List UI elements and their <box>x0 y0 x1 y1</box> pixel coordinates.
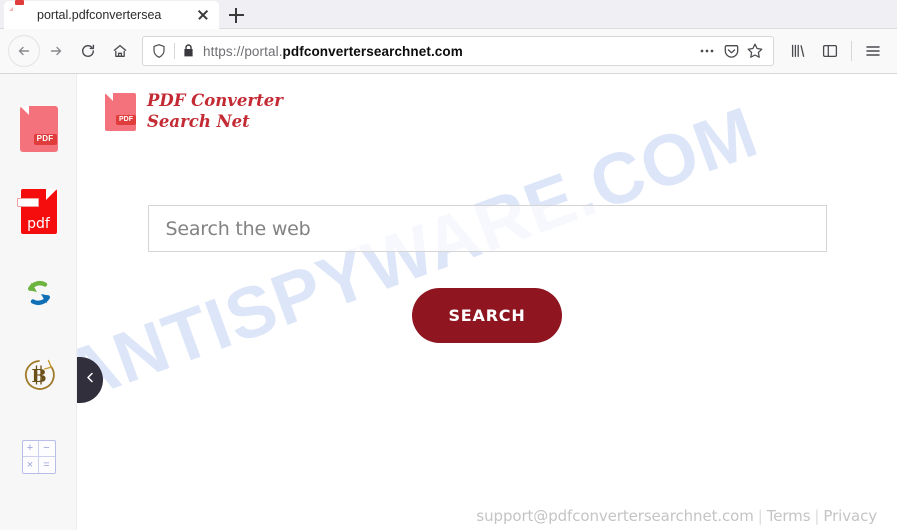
logo-pdf-icon-label: PDF <box>116 114 136 125</box>
site-logo[interactable]: PDF PDF Converter Search Net <box>105 91 283 132</box>
library-button-icon[interactable] <box>782 35 814 67</box>
sidebar-button-icon[interactable] <box>814 35 846 67</box>
logo-pdf-icon: PDF <box>105 92 136 131</box>
new-tab-button[interactable] <box>219 1 253 29</box>
pocket-save-icon[interactable] <box>719 39 743 63</box>
footer-privacy-link[interactable]: Privacy <box>823 507 877 525</box>
svg-text:B: B <box>31 366 46 387</box>
bookmark-star-icon[interactable] <box>743 39 767 63</box>
url-text: https://portal.pdfconvertersearchnet.com <box>203 44 695 59</box>
calculator-icon: + − × = <box>21 440 56 474</box>
convert-arrows-icon <box>18 272 60 314</box>
page-footer: support@pdfconvertersearchnet.com | Terms |… <box>476 507 877 525</box>
url-prefix: https://portal. <box>203 43 283 59</box>
search-button[interactable]: SEARCH <box>412 288 562 343</box>
url-domain: pdfconvertersearchnet.com <box>282 43 463 59</box>
rail-item-calculator[interactable]: + − × = <box>0 416 77 498</box>
footer-separator-2: | <box>814 507 820 525</box>
footer-terms-link[interactable]: Terms <box>767 507 811 525</box>
bitcoin-icon: B <box>17 353 61 397</box>
chevron-left-icon <box>84 371 97 389</box>
home-button-icon[interactable] <box>104 35 136 67</box>
search-area: Search the web SEARCH <box>77 205 897 343</box>
site-title-line2: Search Net <box>147 111 250 131</box>
page-content: PDF PDF Converter Search Net Search the … <box>77 74 897 530</box>
tab-close-icon[interactable] <box>193 5 213 25</box>
toolbar-divider <box>851 41 852 61</box>
forward-button-icon[interactable] <box>40 35 72 67</box>
pdf-file-icon-label: pdf <box>27 215 50 232</box>
rail-item-pdf-document[interactable]: PDF <box>0 88 77 170</box>
url-divider <box>174 43 175 59</box>
page-viewport: MYANTISPYWARE.COM PDF pdf B + − × = PDF … <box>0 74 897 530</box>
tracking-protection-shield-icon[interactable] <box>151 43 167 59</box>
back-button-icon[interactable] <box>8 35 40 67</box>
page-actions-ellipsis-icon[interactable] <box>695 39 719 63</box>
browser-window: portal.pdfconvertersea https://portal.pd… <box>0 0 897 530</box>
calculator-key-equals: = <box>43 458 50 471</box>
pdf-file-icon: pdf <box>16 188 57 234</box>
url-bar[interactable]: https://portal.pdfconvertersearchnet.com <box>142 36 774 66</box>
rail-item-convert[interactable] <box>0 252 77 334</box>
calculator-key-times: × <box>23 457 39 473</box>
pdf-document-icon: PDF <box>19 106 58 152</box>
hamburger-menu-icon[interactable] <box>857 35 889 67</box>
tab-favicon-pdf-icon <box>13 7 29 23</box>
search-input-placeholder: Search the web <box>165 217 311 240</box>
site-title-line1: PDF Converter <box>147 91 283 110</box>
tab-title: portal.pdfconvertersea <box>37 8 162 22</box>
rail-item-pdf-file[interactable]: pdf <box>0 170 77 252</box>
footer-separator-1: | <box>757 507 763 525</box>
rail-item-bitcoin[interactable]: B <box>0 334 77 416</box>
browser-tab[interactable]: portal.pdfconvertersea <box>4 1 219 29</box>
pdf-document-icon-label: PDF <box>33 134 57 145</box>
calculator-key-minus: − <box>38 441 55 457</box>
left-icon-rail: PDF pdf B + − × = <box>0 74 77 530</box>
padlock-icon <box>182 43 195 59</box>
search-input[interactable]: Search the web <box>147 205 827 252</box>
tab-strip: portal.pdfconvertersea <box>0 0 897 29</box>
calculator-key-plus: + <box>22 441 39 457</box>
reload-button-icon[interactable] <box>72 35 104 67</box>
navigation-toolbar: https://portal.pdfconvertersearchnet.com <box>0 29 897 74</box>
footer-support-email[interactable]: support@pdfconvertersearchnet.com <box>476 507 753 525</box>
site-title: PDF Converter Search Net <box>147 91 283 132</box>
